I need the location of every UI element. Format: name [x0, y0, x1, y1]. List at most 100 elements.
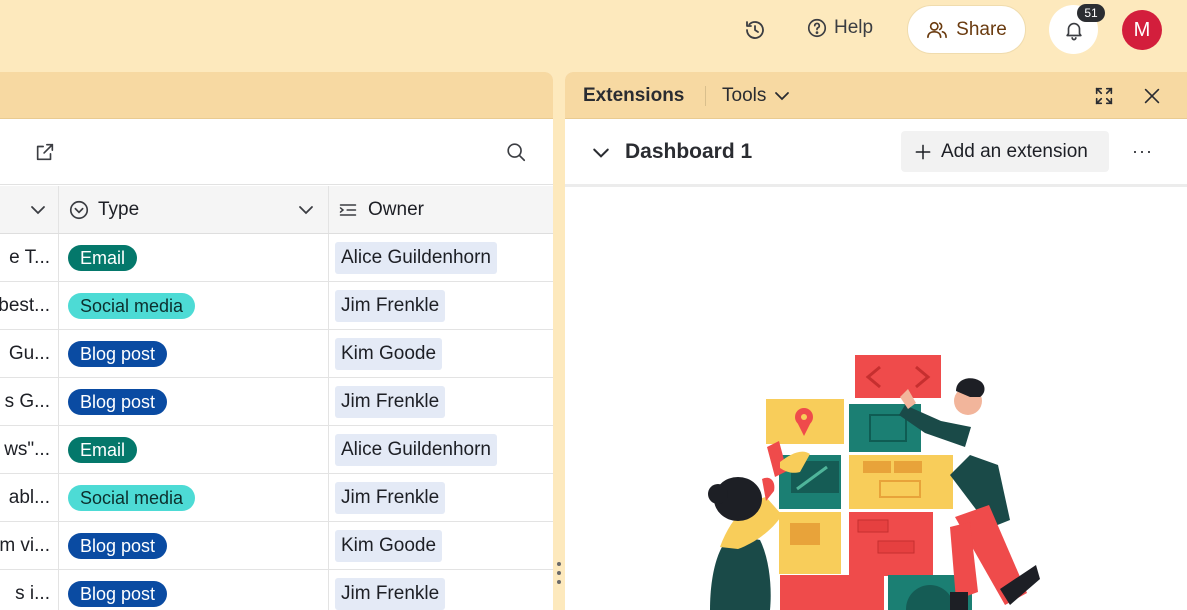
table-row[interactable]: s i... Blog post Jim Frenkle [0, 570, 553, 610]
share-label: Share [956, 18, 1007, 40]
column-header-type[interactable]: Type [59, 186, 329, 233]
type-pill: Social media [68, 484, 196, 511]
owner-chip: Jim Frenkle [335, 481, 446, 514]
name-cell[interactable]: ws"... [0, 426, 59, 473]
table-row[interactable]: Gu... Blog post Kim Goode [0, 330, 553, 378]
help-icon [807, 18, 827, 38]
name-cell[interactable]: s i... [0, 570, 59, 610]
add-extension-button[interactable]: Add an extension [901, 131, 1109, 172]
record-name: s i... [15, 582, 50, 604]
top-bar: Help Share 51 M [0, 0, 1187, 60]
record-name: e T... [9, 246, 50, 268]
type-pill: Blog post [68, 388, 168, 415]
owner-cell[interactable]: Jim Frenkle [329, 282, 553, 329]
grid-body: e T... Email Alice Guildenhorn best... Socia… [0, 234, 553, 610]
type-cell[interactable]: Blog post [59, 378, 329, 425]
history-icon[interactable] [743, 18, 767, 42]
record-name: abl... [8, 486, 50, 508]
owner-cell[interactable]: Kim Goode [329, 522, 553, 569]
tools-menu[interactable]: Tools [722, 85, 790, 107]
name-cell[interactable]: abl... [0, 474, 59, 521]
column-header-label: Owner [368, 198, 424, 220]
owner-chip: Jim Frenkle [335, 577, 446, 610]
type-cell[interactable]: Email [59, 234, 329, 281]
owner-cell[interactable]: Kim Goode [329, 330, 553, 377]
column-header-owner[interactable]: Owner [329, 186, 553, 233]
owner-chip: Kim Goode [335, 529, 443, 562]
type-cell[interactable]: Blog post [59, 570, 329, 610]
owner-chip: Kim Goode [335, 337, 443, 370]
type-pill: Social media [68, 292, 196, 319]
extensions-tab[interactable]: Extensions [583, 85, 684, 107]
column-header-name[interactable] [0, 186, 59, 233]
record-name: best... [0, 294, 50, 316]
name-cell[interactable]: Gu... [0, 330, 59, 377]
record-name: Gu... [8, 342, 50, 364]
owner-chip: Alice Guildenhorn [335, 433, 497, 466]
grid-panel-header [0, 72, 553, 119]
owner-chip: Jim Frenkle [335, 385, 446, 418]
expand-record-icon[interactable] [34, 141, 56, 168]
grid-panel: Type Owner e T... Email Alice Guildenhorn b… [0, 72, 553, 610]
help-button[interactable]: Help [806, 17, 873, 39]
owner-chip: Jim Frenkle [335, 289, 446, 322]
chevron-down-icon [775, 92, 790, 101]
table-row[interactable]: ws"... Email Alice Guildenhorn [0, 426, 553, 474]
record-name: m vi... [0, 534, 50, 556]
name-cell[interactable]: e T... [0, 234, 59, 281]
table-row[interactable]: m vi... Blog post Kim Goode [0, 522, 553, 570]
column-header-label: Type [98, 198, 140, 220]
owner-chip: Alice Guildenhorn [335, 241, 497, 274]
user-avatar[interactable]: M [1122, 10, 1162, 50]
chevron-down-icon[interactable] [30, 203, 46, 217]
view-toolbar [0, 119, 553, 185]
type-pill: Email [68, 244, 138, 271]
type-cell[interactable]: Blog post [59, 330, 329, 377]
chevron-down-icon[interactable] [298, 203, 314, 217]
name-cell[interactable]: m vi... [0, 522, 59, 569]
single-select-icon [69, 200, 89, 219]
table-row[interactable]: best... Social media Jim Frenkle [0, 282, 553, 330]
owner-cell[interactable]: Alice Guildenhorn [329, 234, 553, 281]
table-row[interactable]: s G... Blog post Jim Frenkle [0, 378, 553, 426]
search-icon[interactable] [505, 141, 527, 168]
plus-icon [915, 144, 931, 159]
name-cell[interactable]: best... [0, 282, 59, 329]
panel-resize-handle[interactable] [553, 72, 565, 610]
close-icon[interactable] [1141, 85, 1163, 112]
name-cell[interactable]: s G... [0, 378, 59, 425]
records-grid: Type Owner e T... Email Alice Guildenhorn b… [0, 186, 553, 610]
extensions-panel: Extensions Tools Dashboard 1 Add an exte… [565, 72, 1187, 610]
help-label: Help [834, 17, 874, 38]
collaborator-field-icon [339, 203, 357, 216]
owner-cell[interactable]: Jim Frenkle [329, 570, 553, 610]
share-button[interactable]: Share [907, 5, 1026, 54]
type-pill: Blog post [68, 340, 168, 367]
type-cell[interactable]: Social media [59, 282, 329, 329]
dashboard-header: Dashboard 1 Add an extension ··· [565, 119, 1187, 187]
extensions-panel-header: Extensions Tools [565, 72, 1187, 119]
grid-header-row: Type Owner [0, 186, 553, 234]
fullscreen-icon[interactable] [1093, 85, 1115, 112]
empty-dashboard-illustration [708, 355, 1040, 610]
type-pill: Email [68, 436, 138, 463]
tools-label: Tools [722, 85, 767, 106]
owner-cell[interactable]: Alice Guildenhorn [329, 426, 553, 473]
more-options-button[interactable]: ··· [1132, 141, 1153, 162]
grip-icon [557, 562, 561, 584]
notification-count-badge: 51 [1077, 4, 1105, 22]
record-name: ws"... [4, 438, 50, 460]
bell-icon [1065, 22, 1082, 40]
record-name: s G... [4, 390, 50, 412]
type-cell[interactable]: Social media [59, 474, 329, 521]
table-row[interactable]: abl... Social media Jim Frenkle [0, 474, 553, 522]
type-cell[interactable]: Blog post [59, 522, 329, 569]
owner-cell[interactable]: Jim Frenkle [329, 474, 553, 521]
dashboard-title[interactable]: Dashboard 1 [625, 140, 752, 164]
collapse-dashboard-chevron-icon[interactable] [592, 145, 610, 166]
owner-cell[interactable]: Jim Frenkle [329, 378, 553, 425]
table-row[interactable]: e T... Email Alice Guildenhorn [0, 234, 553, 282]
type-cell[interactable]: Email [59, 426, 329, 473]
type-pill: Blog post [68, 580, 168, 607]
type-pill: Blog post [68, 532, 168, 559]
